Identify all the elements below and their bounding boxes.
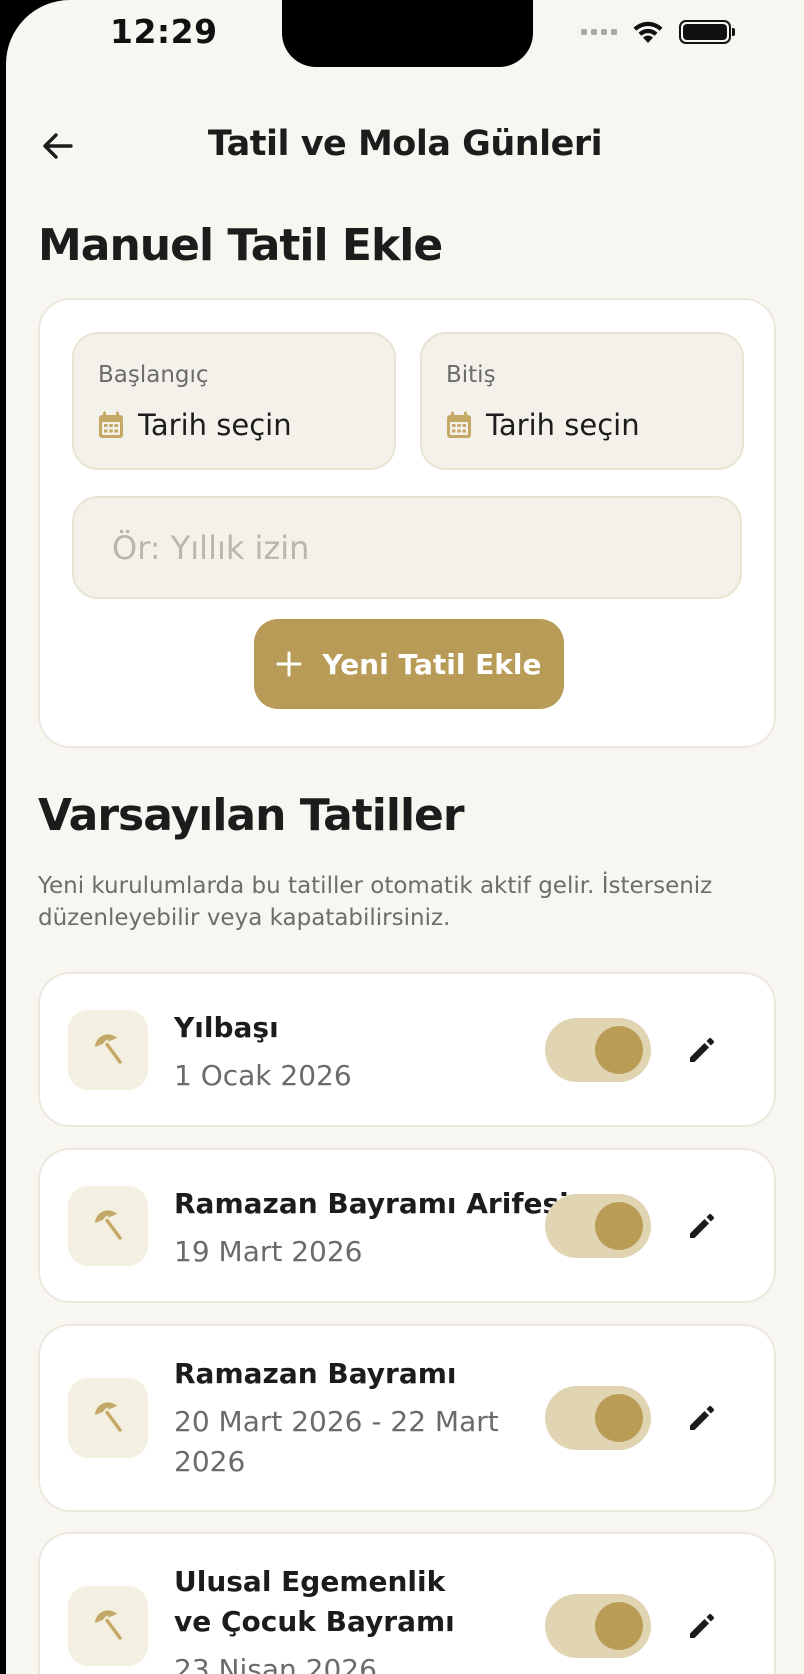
holiday-name: Ulusal Egemenlik ve Çocuk Bayramı [174, 1565, 455, 1638]
holiday-date: 20 Mart 2026 - 22 Mart 2026 [174, 1405, 499, 1478]
battery-icon [679, 20, 735, 44]
holiday-name: Ramazan Bayramı [174, 1357, 457, 1390]
wifi-icon [633, 21, 663, 43]
start-date-value: Tarih seçin [138, 408, 292, 442]
toggle-knob [595, 1202, 643, 1250]
calendar-icon [99, 411, 123, 438]
status-bar: 12:29 [6, 0, 804, 70]
plus-icon [276, 651, 302, 677]
app-screen: 12:29 Tatil ve Mola Günleri Manuel Tatil… [6, 0, 804, 1674]
end-date-label: Bitiş [446, 362, 496, 388]
pencil-icon [690, 1038, 714, 1062]
default-section-description: Yeni kurulumlarda bu tatiller otomatik a… [38, 873, 713, 931]
page-title: Tatil ve Mola Günleri [207, 124, 603, 164]
holiday-name: Yılbaşı [174, 1011, 279, 1044]
holiday-note-input[interactable] [72, 496, 742, 599]
edit-holiday-button[interactable] [680, 1396, 724, 1440]
holiday-toggle[interactable] [545, 1386, 651, 1450]
toggle-knob [595, 1602, 643, 1650]
calendar-icon [447, 411, 471, 438]
edit-holiday-button[interactable] [680, 1028, 724, 1072]
holiday-toggle[interactable] [545, 1018, 651, 1082]
beach-umbrella-icon [68, 1010, 148, 1090]
end-date-field[interactable]: Bitiş Tarih seçin [420, 332, 744, 470]
start-date-label: Başlangıç [98, 362, 209, 388]
add-holiday-button[interactable]: Yeni Tatil Ekle [254, 619, 564, 709]
status-time: 12:29 [110, 12, 218, 51]
pencil-icon [690, 1614, 714, 1638]
cellular-signal-icon [581, 29, 617, 35]
edit-holiday-button[interactable] [680, 1204, 724, 1248]
holiday-toggle[interactable] [545, 1594, 651, 1658]
add-holiday-label: Yeni Tatil Ekle [322, 647, 542, 681]
beach-umbrella-icon [68, 1186, 148, 1266]
edit-holiday-button[interactable] [680, 1604, 724, 1648]
manual-section-title: Manuel Tatil Ekle [38, 220, 443, 271]
beach-umbrella-icon [68, 1586, 148, 1666]
holiday-card: Ramazan Bayramı Arifesi 19 Mart 2026 [38, 1148, 776, 1303]
holiday-name: Ramazan Bayramı Arifesi [174, 1187, 569, 1220]
pencil-icon [690, 1406, 714, 1430]
holiday-date: 23 Nisan 2026 [174, 1653, 377, 1674]
toggle-knob [595, 1026, 643, 1074]
holiday-date: 19 Mart 2026 [174, 1235, 363, 1268]
pencil-icon [690, 1214, 714, 1238]
dynamic-island [282, 0, 533, 67]
manual-holiday-card: Başlangıç Tarih seçin Bitiş Tarih seçin … [38, 298, 776, 748]
holiday-toggle[interactable] [545, 1194, 651, 1258]
start-date-field[interactable]: Başlangıç Tarih seçin [72, 332, 396, 470]
holiday-card: Yılbaşı 1 Ocak 2026 [38, 972, 776, 1127]
top-app-bar: Tatil ve Mola Günleri [6, 110, 804, 182]
holiday-date: 1 Ocak 2026 [174, 1059, 352, 1092]
beach-umbrella-icon [68, 1378, 148, 1458]
holiday-card: Ramazan Bayramı 20 Mart 2026 - 22 Mart 2… [38, 1324, 776, 1512]
end-date-value: Tarih seçin [486, 408, 640, 442]
toggle-knob [595, 1394, 643, 1442]
default-section-title: Varsayılan Tatiller [38, 790, 465, 841]
holiday-card: Ulusal Egemenlik ve Çocuk Bayramı 23 Nis… [38, 1532, 776, 1674]
status-icons [581, 18, 735, 46]
